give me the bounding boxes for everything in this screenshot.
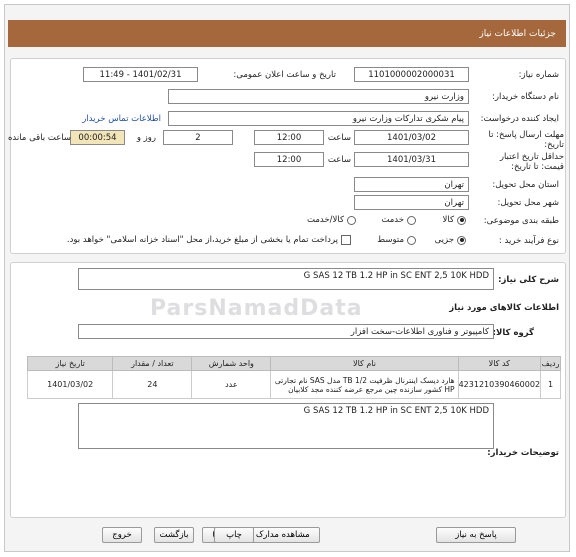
deadline-time-field: 12:00 (254, 130, 324, 145)
cell-unit: عدد (191, 370, 272, 399)
col-date: تاریخ نیاز (26, 356, 114, 371)
radio-selected-icon[interactable] (457, 215, 466, 225)
table-header-row: ردیف کد کالا نام کالا واحد شمارش تعداد /… (26, 356, 561, 371)
page-title: جزئیات اطلاعات نیاز (479, 28, 556, 39)
buyer-notes-text: G SAS 12 TB 1.2 HP in SC ENT 2,5 10K HDD (303, 406, 489, 416)
back-button[interactable]: بازگشت (154, 527, 194, 543)
validity-time-field: 12:00 (254, 152, 324, 167)
cell-date: 1401/03/02 (26, 370, 114, 399)
group-label: گروه کالا: (492, 328, 534, 338)
buyer-notes-label: توضیحات خریدار: (487, 448, 559, 458)
category-option-service[interactable]: خدمت (381, 215, 416, 225)
radio-icon[interactable] (407, 235, 416, 245)
watermark-text: ParsNamadData (150, 296, 363, 321)
buyer-org-field: وزارت نیرو (168, 89, 469, 104)
validity-label: حداقل تاریخ اعتبار قیمت: تا تاریخ: (499, 152, 564, 172)
city-field: تهران (354, 195, 469, 210)
radio-icon[interactable] (407, 215, 416, 225)
exit-button[interactable]: خروج (102, 527, 142, 543)
process-option-partial[interactable]: جزیی (435, 235, 466, 245)
cell-row: 1 (540, 370, 561, 399)
validity-date-field: 1401/03/31 (354, 152, 469, 167)
need-number-label: شماره نیاز: (518, 70, 559, 80)
remaining-label: ساعت باقی مانده (7, 133, 71, 143)
deadline-time-label: ساعت (327, 133, 351, 143)
goods-info-heading: اطلاعات کالاهای مورد نیاز (449, 303, 559, 313)
deadline-date-field: 1401/03/02 (354, 130, 469, 145)
col-row: ردیف (540, 356, 561, 371)
table-row[interactable]: 1 4231210390460002 هارد دیسک اینترنال ظر… (26, 370, 561, 399)
summary-field: G SAS 12 TB 1.2 HP in SC ENT 2,5 10K HDD (78, 268, 494, 290)
page-header: جزئیات اطلاعات نیاز (8, 20, 566, 47)
radio-selected-icon[interactable] (457, 235, 466, 245)
province-label: استان محل تحویل: (492, 180, 559, 190)
validity-time-label: ساعت (327, 155, 351, 165)
creator-field: پیام شکری تدارکات وزارت نیرو (168, 111, 469, 126)
goods-table: ردیف کد کالا نام کالا واحد شمارش تعداد /… (26, 356, 561, 399)
payment-checkbox-row[interactable]: پرداخت تمام یا بخشی از مبلغ خرید،از محل … (67, 235, 351, 245)
category-label: طبقه بندی موضوعی: (483, 216, 559, 226)
col-code: کد کالا (457, 356, 542, 371)
col-name: نام کالا (270, 356, 459, 371)
cell-qty: 24 (112, 370, 193, 399)
contact-buyer-link[interactable]: اطلاعات تماس خریدار (82, 114, 161, 124)
payment-checkbox[interactable] (341, 235, 351, 245)
days-label: روز و (136, 133, 156, 143)
announce-label: تاریخ و ساعت اعلان عمومی: (233, 70, 336, 80)
category-option-both[interactable]: کالا/خدمت (307, 215, 356, 225)
cell-code: 4231210390460002 (457, 370, 542, 399)
days-field: 2 (163, 130, 233, 145)
deadline-label: مهلت ارسال پاسخ: تا تاریخ: (488, 130, 564, 150)
remaining-time-field: 00:00:54 (70, 130, 125, 145)
group-field: کامپیوتر و فناوری اطلاعات-سخت افزار (78, 324, 494, 339)
need-number-field: 1101000002000031 (354, 67, 469, 82)
radio-icon[interactable] (347, 215, 356, 225)
category-option-goods[interactable]: کالا (443, 215, 466, 225)
province-field: تهران (354, 177, 469, 192)
buyer-notes-field: G SAS 12 TB 1.2 HP in SC ENT 2,5 10K HDD (78, 403, 494, 449)
col-qty: تعداد / مقدار (112, 356, 193, 371)
buyer-org-label: نام دستگاه خریدار: (492, 92, 559, 102)
creator-label: ایجاد کننده درخواست: (480, 114, 559, 124)
city-label: شهر محل تحویل: (497, 198, 559, 208)
summary-label: شرح کلی نیاز: (498, 275, 559, 285)
announce-field: 1401/02/31 - 11:49 (83, 67, 198, 82)
print-button[interactable]: چاپ (214, 527, 254, 543)
reply-button[interactable]: پاسخ به نیاز (436, 527, 516, 543)
cell-name: هارد دیسک اینترنال ظرفیت 1/2 TB مدل SAS … (270, 370, 459, 399)
col-unit: واحد شمارش (191, 356, 272, 371)
process-label: نوع فرآیند خرید : (498, 236, 559, 246)
process-option-medium[interactable]: متوسط (377, 235, 416, 245)
